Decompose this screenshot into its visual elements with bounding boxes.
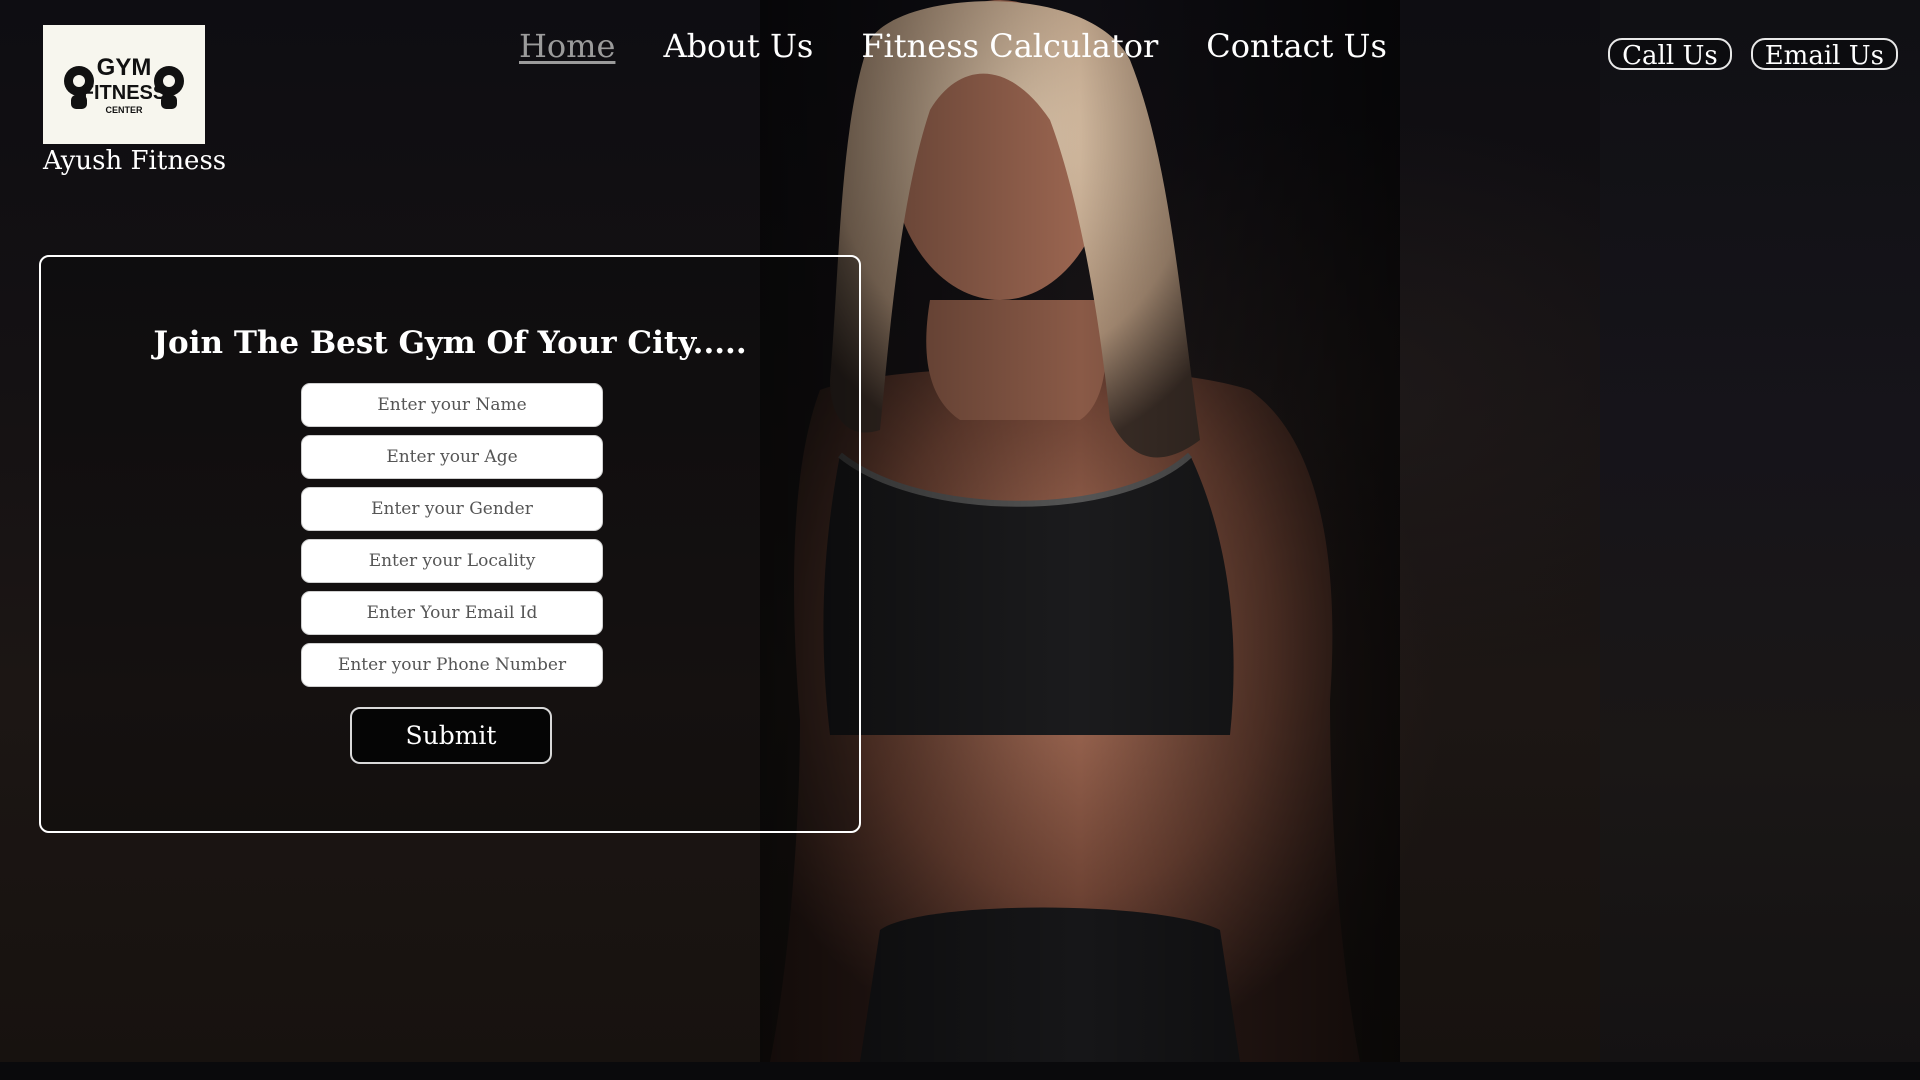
nav-contact-us[interactable]: Contact Us [1206, 26, 1387, 66]
email-us-button[interactable]: Email Us [1750, 38, 1898, 71]
nav-about-us[interactable]: About Us [663, 26, 813, 66]
brand-name: Ayush Fitness [43, 146, 227, 176]
signup-form-card: Join The Best Gym Of Your City..... Subm… [39, 255, 861, 833]
header-actions: Call Us Email Us [1608, 38, 1898, 71]
age-input[interactable] [301, 435, 603, 479]
logo[interactable]: GYM FITNESS CENTER [43, 25, 205, 144]
logo-text-center: CENTER [105, 105, 143, 115]
phone-input[interactable] [301, 643, 603, 687]
nav-fitness-calculator[interactable]: Fitness Calculator [861, 26, 1158, 66]
email-input[interactable] [301, 591, 603, 635]
logo-text-gym: GYM [97, 54, 152, 81]
name-input[interactable] [301, 383, 603, 427]
form-title: Join The Best Gym Of Your City..... [153, 325, 747, 361]
brand[interactable]: GYM FITNESS CENTER Ayush Fitness [43, 25, 227, 176]
background-bottom-strip [0, 1062, 1920, 1080]
nav-home[interactable]: Home [519, 26, 615, 66]
page: GYM FITNESS CENTER Ayush Fitness Home Ab… [0, 0, 1920, 1080]
form-fields [301, 383, 603, 695]
call-us-button[interactable]: Call Us [1608, 38, 1732, 71]
submit-button[interactable]: Submit [350, 707, 552, 764]
gender-input[interactable] [301, 487, 603, 531]
main-nav: Home About Us Fitness Calculator Contact… [519, 26, 1387, 66]
locality-input[interactable] [301, 539, 603, 583]
dumbbell-logo-icon: GYM FITNESS CENTER [64, 54, 184, 115]
background-right-panel [1600, 0, 1920, 1080]
logo-text-fitness: FITNESS [82, 82, 166, 104]
